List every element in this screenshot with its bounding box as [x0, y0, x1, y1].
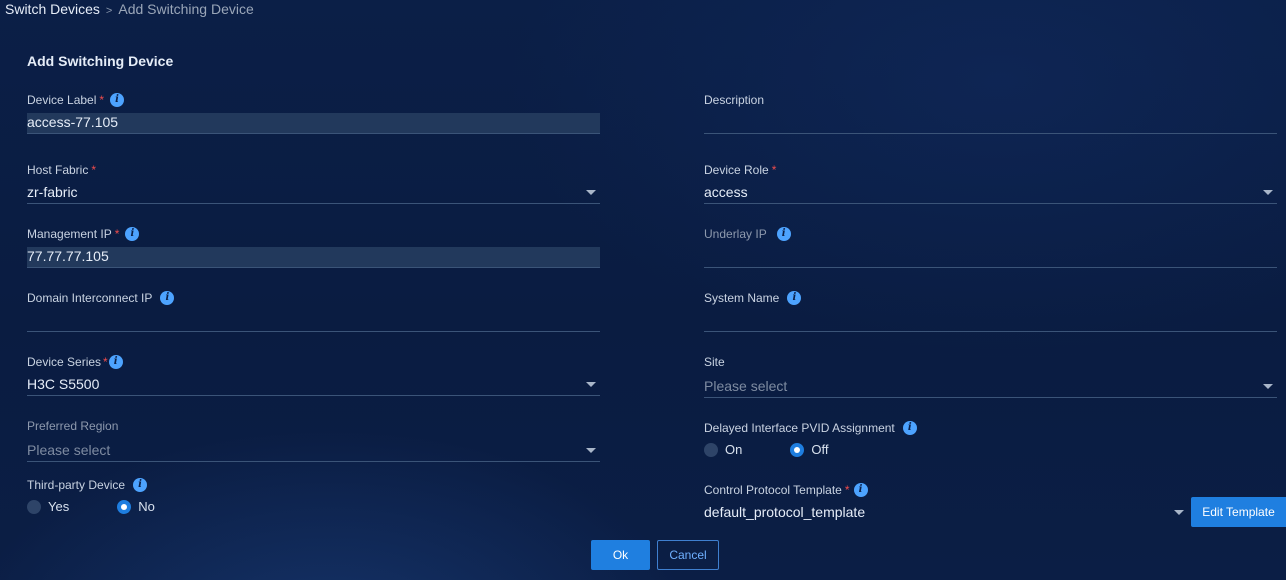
system-name-input[interactable]	[704, 311, 1277, 332]
ok-button[interactable]: Ok	[591, 540, 650, 570]
third-party-label: Third-party Device	[27, 478, 126, 492]
required-mark: *	[103, 355, 108, 369]
control-protocol-template-label: Control Protocol Template	[704, 483, 842, 497]
info-icon[interactable]: i	[133, 478, 148, 492]
management-ip-input[interactable]: 77.77.77.105	[27, 247, 600, 268]
host-fabric-label: Host Fabric	[27, 163, 89, 177]
third-party-radio-group: Yes No	[27, 499, 185, 514]
info-icon[interactable]: i	[853, 483, 868, 497]
third-party-yes-option[interactable]: Yes	[27, 499, 69, 514]
preferred-region-select[interactable]: Please select	[27, 441, 600, 462]
required-mark: *	[99, 93, 105, 107]
system-name-field: System Name i	[704, 290, 1277, 332]
edit-template-button[interactable]: Edit Template	[1191, 497, 1286, 527]
host-fabric-field: Host Fabric * zr-fabric	[27, 162, 600, 204]
preferred-region-placeholder: Please select	[27, 442, 111, 458]
delayed-pvid-label: Delayed Interface PVID Assignment	[704, 421, 895, 435]
radio-label-yes: Yes	[48, 499, 70, 514]
chevron-down-icon[interactable]	[586, 382, 596, 387]
chevron-down-icon[interactable]	[586, 448, 596, 453]
third-party-field: Third-party Device i Yes No	[27, 477, 600, 514]
site-placeholder: Please select	[704, 378, 788, 394]
control-protocol-template-field: Control Protocol Template * i default_prot…	[704, 482, 1188, 520]
control-protocol-template-value: default_protocol_template	[704, 504, 866, 520]
chevron-down-icon[interactable]	[586, 190, 596, 195]
preferred-region-field: Preferred Region Please select	[27, 418, 600, 462]
radio-label-off: Off	[811, 442, 829, 457]
domain-interconnect-ip-label: Domain Interconnect IP	[27, 291, 153, 305]
description-input[interactable]	[704, 113, 1277, 134]
device-series-select[interactable]: H3C S5500	[27, 375, 600, 396]
device-role-select[interactable]: access	[704, 183, 1277, 204]
site-label: Site	[704, 355, 725, 369]
breadcrumb-current: Add Switching Device	[118, 1, 254, 17]
chevron-down-icon[interactable]	[1174, 510, 1184, 515]
description-label: Description	[704, 93, 765, 107]
radio-on[interactable]	[704, 442, 718, 457]
underlay-ip-field: Underlay IP i	[704, 226, 1277, 268]
form-title: Add Switching Device	[27, 53, 174, 69]
device-label-input[interactable]: access-77.105	[27, 113, 600, 134]
underlay-ip-input[interactable]	[704, 247, 1277, 268]
required-mark: *	[771, 163, 777, 177]
required-mark: *	[114, 227, 120, 241]
system-name-label: System Name	[704, 291, 780, 305]
radio-label-on: On	[725, 442, 743, 457]
info-icon[interactable]: i	[902, 421, 917, 435]
device-label-label: Device Label	[27, 93, 97, 107]
delayed-pvid-off-option[interactable]: Off	[790, 442, 828, 457]
radio-no[interactable]	[117, 499, 132, 514]
device-series-value: H3C S5500	[27, 376, 100, 392]
device-role-label: Device Role	[704, 163, 769, 177]
host-fabric-value: zr-fabric	[27, 184, 78, 200]
site-field: Site Please select	[704, 354, 1277, 398]
delayed-pvid-on-option[interactable]: On	[704, 442, 742, 457]
breadcrumb-separator: >	[105, 5, 113, 17]
cancel-button[interactable]: Cancel	[657, 540, 719, 570]
breadcrumb: Switch Devices > Add Switching Device	[5, 1, 254, 17]
site-select[interactable]: Please select	[704, 377, 1277, 398]
info-icon[interactable]: i	[160, 291, 175, 305]
management-ip-label: Management IP	[27, 227, 112, 241]
required-mark: *	[844, 483, 850, 497]
delayed-pvid-radio-group: On Off	[704, 442, 858, 457]
device-label-field: Device Label * i access-77.105	[27, 92, 600, 134]
domain-interconnect-ip-input[interactable]	[27, 311, 600, 332]
device-role-value: access	[704, 184, 748, 200]
underlay-ip-label: Underlay IP	[704, 227, 767, 241]
preferred-region-label: Preferred Region	[27, 419, 119, 433]
domain-interconnect-ip-field: Domain Interconnect IP i	[27, 290, 600, 332]
third-party-no-option[interactable]: No	[117, 499, 155, 514]
info-icon[interactable]: i	[125, 227, 140, 241]
chevron-down-icon[interactable]	[1263, 384, 1273, 389]
radio-off[interactable]	[790, 442, 805, 457]
info-icon[interactable]: i	[110, 93, 125, 107]
radio-yes[interactable]	[27, 499, 41, 514]
delayed-pvid-field: Delayed Interface PVID Assignment i On Of…	[704, 420, 1277, 457]
chevron-down-icon[interactable]	[1263, 190, 1273, 195]
required-mark: *	[91, 163, 97, 177]
description-field: Description	[704, 92, 1277, 134]
radio-label-no: No	[138, 499, 155, 514]
info-icon[interactable]: i	[108, 355, 123, 369]
device-series-field: Device Series * i H3C S5500	[27, 354, 600, 396]
device-series-label: Device Series	[27, 355, 102, 369]
info-icon[interactable]: i	[787, 291, 802, 305]
control-protocol-template-select[interactable]: default_protocol_template	[704, 503, 1188, 523]
management-ip-field: Management IP * i 77.77.77.105	[27, 226, 600, 268]
breadcrumb-switch-devices[interactable]: Switch Devices	[5, 1, 100, 17]
info-icon[interactable]: i	[776, 227, 791, 241]
device-role-field: Device Role * access	[704, 162, 1277, 204]
host-fabric-select[interactable]: zr-fabric	[27, 183, 600, 204]
